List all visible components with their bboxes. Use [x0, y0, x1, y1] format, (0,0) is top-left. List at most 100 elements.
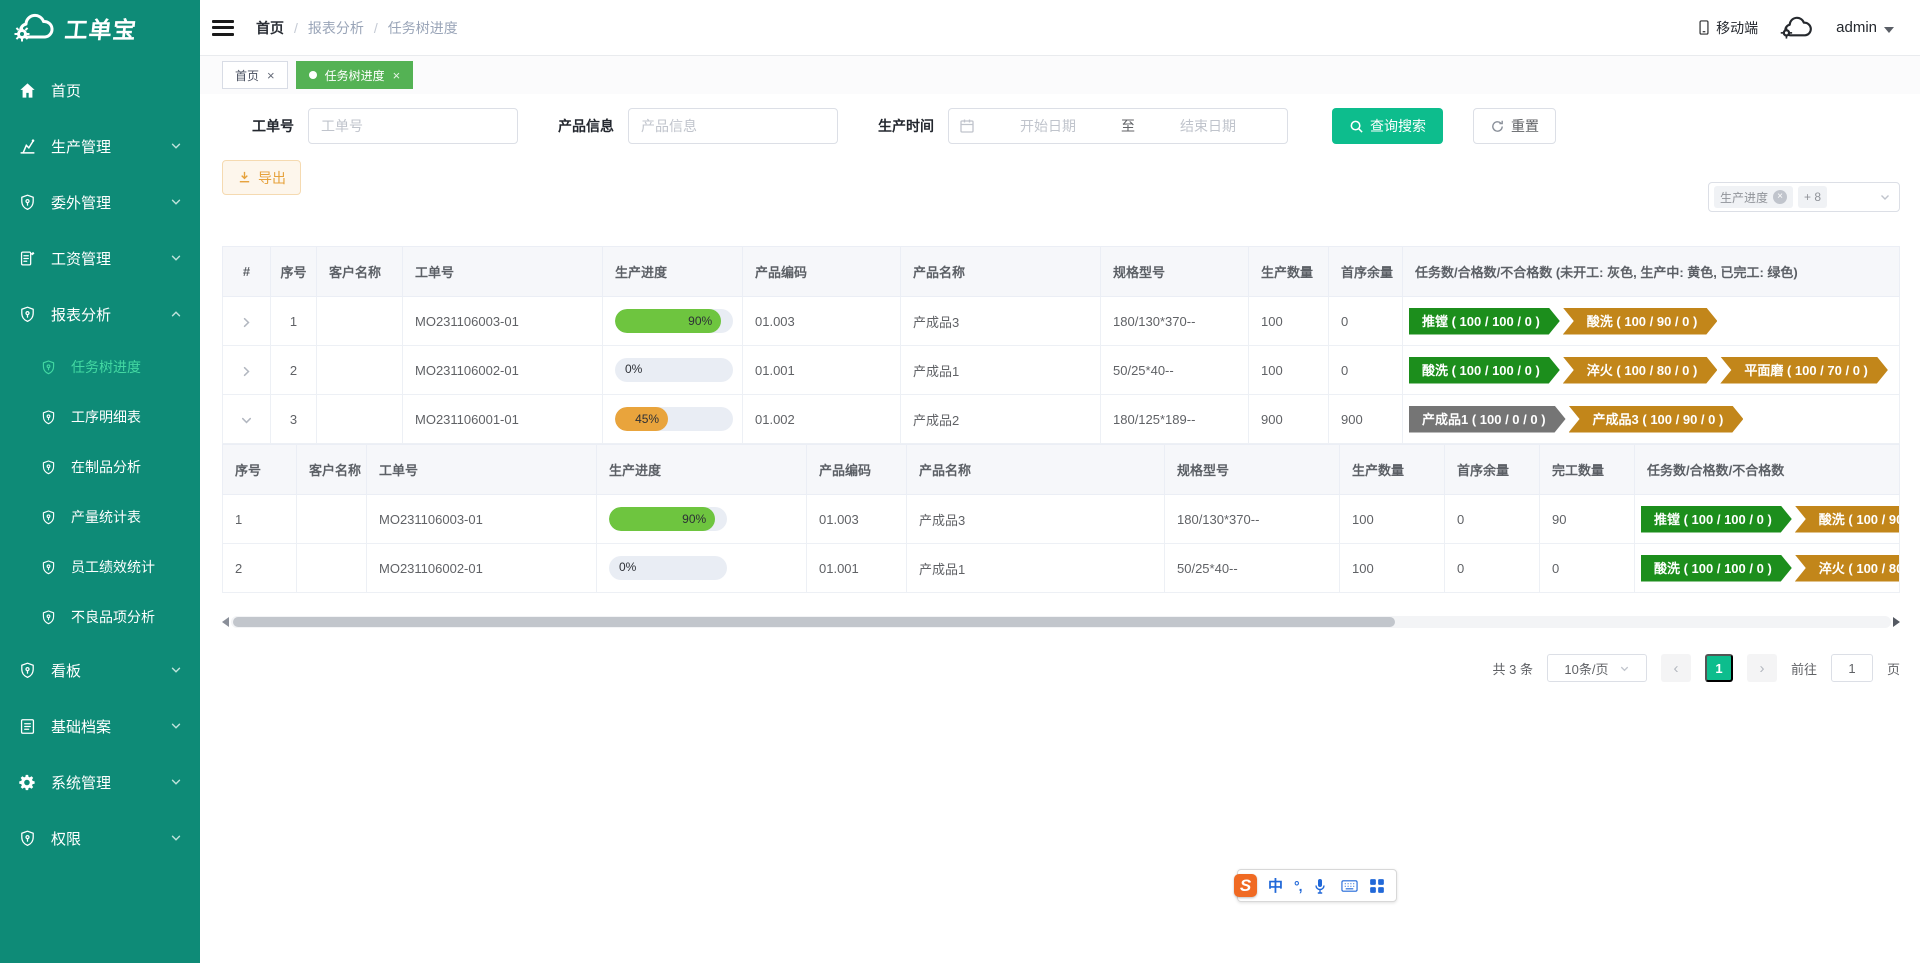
spec-cell: 50/25*40-- — [1165, 544, 1340, 593]
sidebar-item-task-tree[interactable]: 任务树进度 — [0, 342, 200, 392]
tab-1[interactable]: 任务树进度× — [296, 61, 414, 89]
date-range-picker[interactable]: 至 — [948, 108, 1288, 144]
production-icon — [18, 137, 37, 156]
page-1-button[interactable]: 1 — [1705, 654, 1733, 682]
scrollbar-thumb[interactable] — [233, 617, 1395, 627]
prev-page-button[interactable]: ‹ — [1661, 654, 1691, 682]
chevron-down-icon — [170, 720, 182, 732]
chevron-down-icon — [1619, 663, 1630, 674]
column-header: 规格型号 — [1101, 247, 1249, 297]
scroll-right-icon[interactable] — [1893, 617, 1900, 627]
export-button[interactable]: 导出 — [222, 160, 301, 195]
scrollbar-track[interactable] — [231, 616, 1891, 628]
progress-label: 0% — [619, 560, 636, 574]
sidebar-item-board[interactable]: 看板 — [0, 642, 200, 698]
breadcrumb-item[interactable]: 报表分析 — [308, 18, 364, 38]
breadcrumb-item[interactable]: 任务树进度 — [388, 18, 458, 38]
goto-label: 前往 — [1791, 659, 1817, 678]
sidebar-item-permission[interactable]: 权限 — [0, 810, 200, 866]
start-date-input[interactable] — [979, 118, 1117, 134]
product-code-cell: 01.002 — [743, 395, 901, 444]
spec-cell: 50/25*40-- — [1101, 346, 1249, 395]
surplus-cell: 0 — [1329, 297, 1403, 346]
sidebar-menu: 首页生产管理委外管理工资管理报表分析任务树进度工序明细表在制品分析产量统计表员工… — [0, 56, 200, 866]
column-filter-select[interactable]: 生产进度 × + 8 — [1708, 182, 1900, 212]
collapse-row-icon[interactable] — [240, 414, 253, 427]
app-logo[interactable]: 工单宝 — [0, 0, 200, 56]
page-size-select[interactable]: 10条/页 — [1547, 654, 1647, 682]
chinese-mode-icon[interactable]: 中 — [1268, 875, 1283, 896]
shield-icon — [40, 609, 57, 626]
breadcrumb-item[interactable]: 首页 — [256, 18, 284, 38]
cloud-gear-icon[interactable] — [1778, 15, 1816, 41]
next-page-button[interactable]: › — [1747, 654, 1777, 682]
active-tab-dot-icon — [309, 71, 317, 79]
progress-bar: 90% — [615, 309, 733, 333]
sidebar-item-output-stats[interactable]: 产量统计表 — [0, 492, 200, 542]
punctuation-icon[interactable]: °, — [1294, 878, 1302, 894]
scroll-left-icon[interactable] — [222, 617, 229, 627]
sidebar-item-label: 工资管理 — [51, 248, 111, 269]
seq-cell: 2 — [271, 346, 317, 395]
tab-0[interactable]: 首页× — [222, 61, 288, 89]
seq-cell: 1 — [271, 297, 317, 346]
expand-row-icon[interactable] — [240, 316, 253, 329]
keyboard-icon[interactable] — [1341, 878, 1358, 894]
sogou-logo-icon[interactable]: S — [1234, 874, 1257, 897]
horizontal-scrollbar[interactable] — [222, 615, 1900, 628]
expand-cell — [223, 346, 271, 395]
home-icon — [18, 81, 37, 100]
sidebar-item-home[interactable]: 首页 — [0, 62, 200, 118]
sidebar-item-system[interactable]: 系统管理 — [0, 754, 200, 810]
sidebar-item-wip-analysis[interactable]: 在制品分析 — [0, 442, 200, 492]
microphone-icon[interactable] — [1313, 878, 1330, 894]
task-chip: 平面磨 ( 100 / 70 / 0 ) — [1720, 357, 1888, 384]
expand-row-icon[interactable] — [240, 365, 253, 378]
sidebar-item-defect-analysis[interactable]: 不良品项分析 — [0, 592, 200, 642]
chevron-down-icon — [1879, 191, 1891, 203]
surplus-cell: 0 — [1445, 544, 1540, 593]
column-header: 生产进度 — [597, 445, 807, 495]
sidebar-item-salary[interactable]: 工资管理 — [0, 230, 200, 286]
column-header: 完工数量 — [1540, 445, 1635, 495]
shield-icon — [40, 509, 57, 526]
product-name-cell: 产成品3 — [901, 297, 1101, 346]
sidebar-submenu: 任务树进度工序明细表在制品分析产量统计表员工绩效统计不良品项分析 — [0, 342, 200, 642]
menu-toggle-icon[interactable] — [212, 20, 234, 36]
tag-close-icon[interactable]: × — [1773, 190, 1787, 204]
sidebar-item-process-detail[interactable]: 工序明细表 — [0, 392, 200, 442]
sidebar-item-archives[interactable]: 基础档案 — [0, 698, 200, 754]
progress-fill: 90% — [615, 309, 721, 333]
work-order-input[interactable] — [308, 108, 518, 144]
order-no-cell: MO231106002-01 — [367, 544, 597, 593]
close-icon[interactable]: × — [267, 69, 275, 82]
user-menu[interactable]: admin — [1836, 19, 1894, 36]
column-header: 客户名称 — [317, 247, 403, 297]
progress-cell: 0% — [603, 346, 743, 395]
sidebar-item-reports[interactable]: 报表分析 — [0, 286, 200, 342]
customer-cell — [297, 544, 367, 593]
mobile-link[interactable]: 移动端 — [1697, 18, 1758, 38]
calendar-icon — [959, 118, 975, 134]
sidebar-item-performance-stats[interactable]: 员工绩效统计 — [0, 542, 200, 592]
end-date-input[interactable] — [1139, 118, 1277, 134]
search-button[interactable]: 查询搜索 — [1332, 108, 1443, 144]
chevron-down-icon — [170, 252, 182, 264]
product-info-input[interactable] — [628, 108, 838, 144]
progress-label: 90% — [688, 314, 712, 328]
sidebar-item-outsourcing[interactable]: 委外管理 — [0, 174, 200, 230]
done-qty-cell: 0 — [1540, 544, 1635, 593]
goto-page-input[interactable] — [1831, 654, 1873, 682]
chevron-up-icon — [170, 308, 182, 320]
surplus-cell: 0 — [1329, 346, 1403, 395]
phone-icon — [1697, 19, 1711, 36]
apps-grid-icon[interactable] — [1369, 878, 1386, 894]
task-chips: 酸洗 ( 100 / 100 / 0 )淬火 ( 100 / 80 / 0 ) — [1641, 555, 1893, 582]
mobile-label: 移动端 — [1716, 18, 1758, 38]
reset-button[interactable]: 重置 — [1473, 108, 1556, 144]
sidebar-item-production[interactable]: 生产管理 — [0, 118, 200, 174]
progress-fill — [615, 358, 624, 382]
shield-icon — [40, 559, 57, 576]
app-title: 工单宝 — [63, 11, 139, 45]
close-icon[interactable]: × — [393, 69, 401, 82]
